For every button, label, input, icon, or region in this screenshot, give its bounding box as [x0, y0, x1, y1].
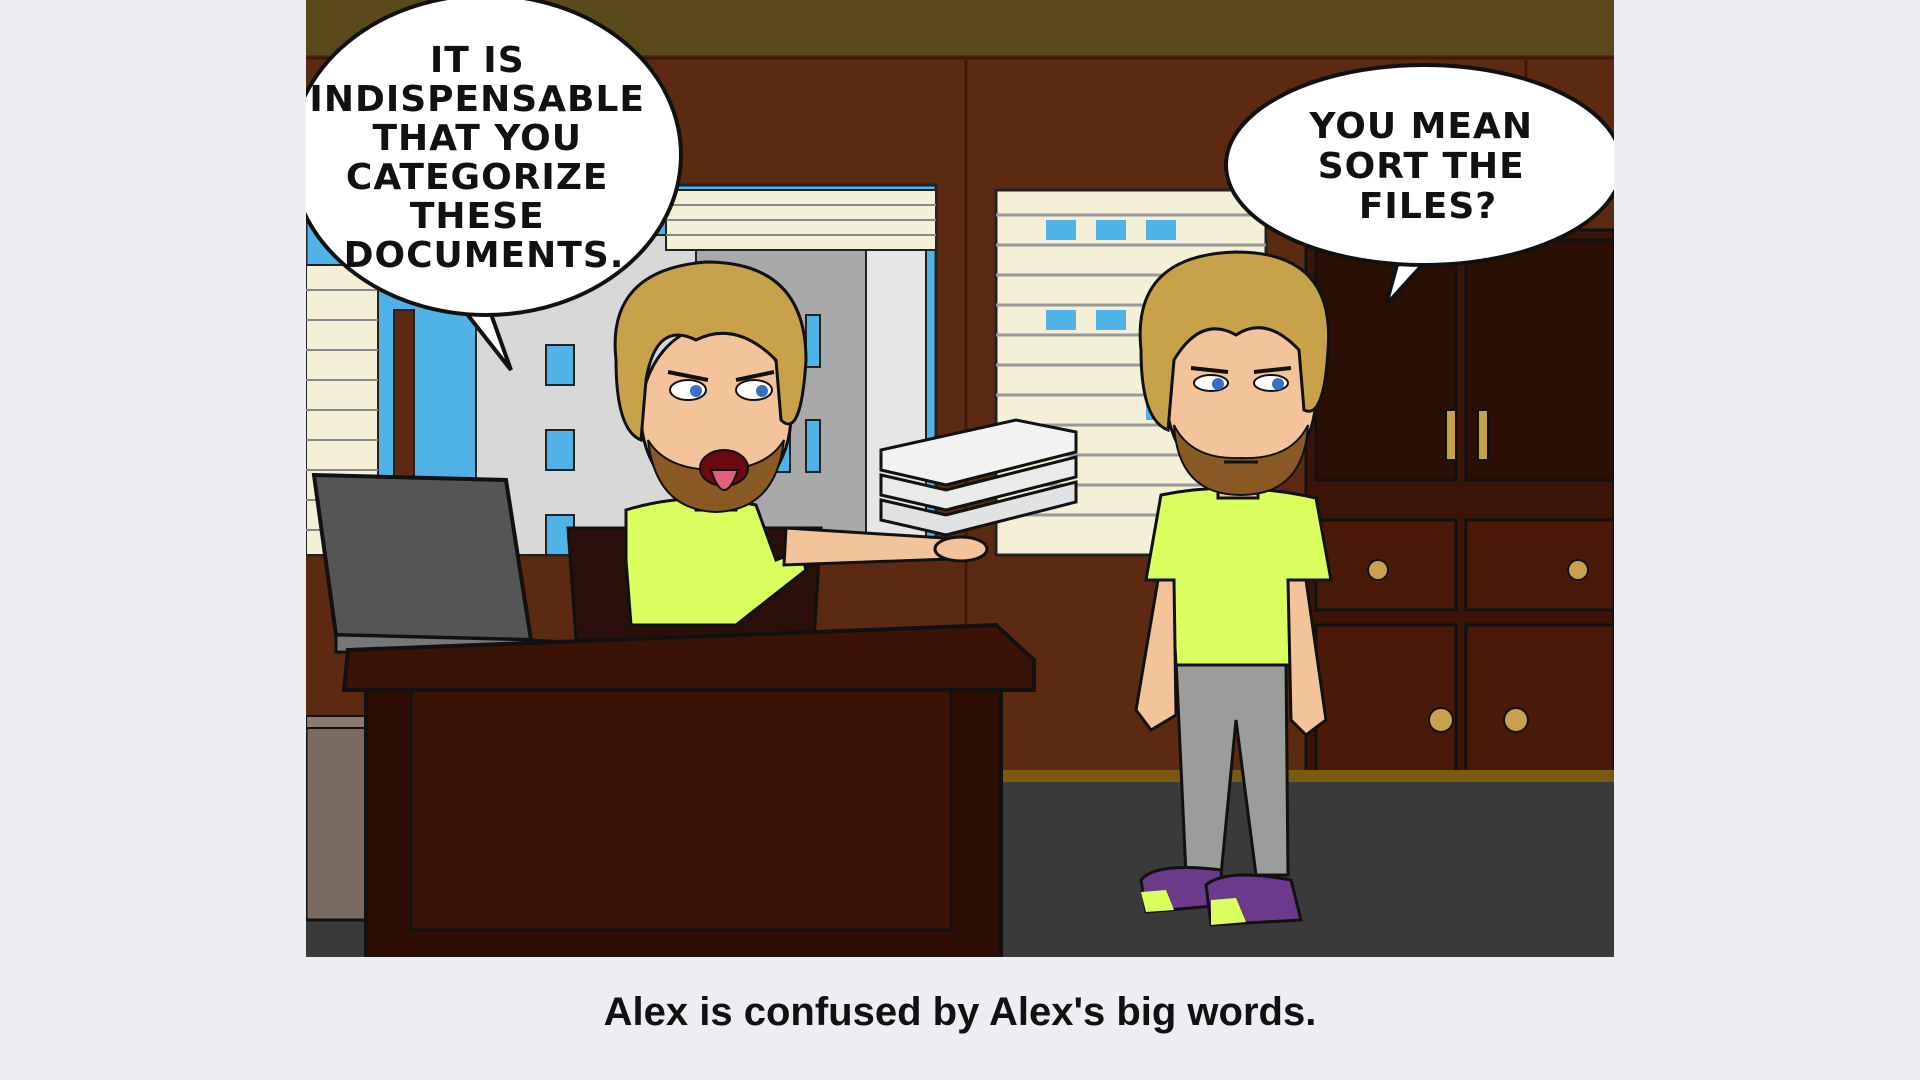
- speech-left-line-2: INDISPENSABLE: [309, 79, 645, 120]
- speech-left-line-3: THAT YOU: [372, 118, 581, 159]
- wooden-cabinet: [1304, 228, 1614, 817]
- speech-left-line-6: DOCUMENTS.: [344, 235, 625, 276]
- speech-left-line-5: THESE: [410, 196, 545, 237]
- comic-illustration: IT IS INDISPENSABLE THAT YOU CATEGORIZE …: [306, 0, 1614, 957]
- speech-left-line-1: IT IS: [430, 40, 525, 81]
- desk: [341, 622, 1036, 957]
- comic-caption: Alex is confused by Alex's big words.: [603, 990, 1317, 1034]
- comic-panel: IT IS INDISPENSABLE THAT YOU CATEGORIZE …: [306, 0, 1614, 957]
- speech-left-line-4: CATEGORIZE: [346, 157, 609, 198]
- speech-right-line-3: FILES?: [1359, 186, 1497, 227]
- speech-right-line-2: SORT THE: [1318, 146, 1525, 187]
- trash-bin: [306, 715, 373, 922]
- speech-right-line-1: YOU MEAN: [1308, 106, 1533, 147]
